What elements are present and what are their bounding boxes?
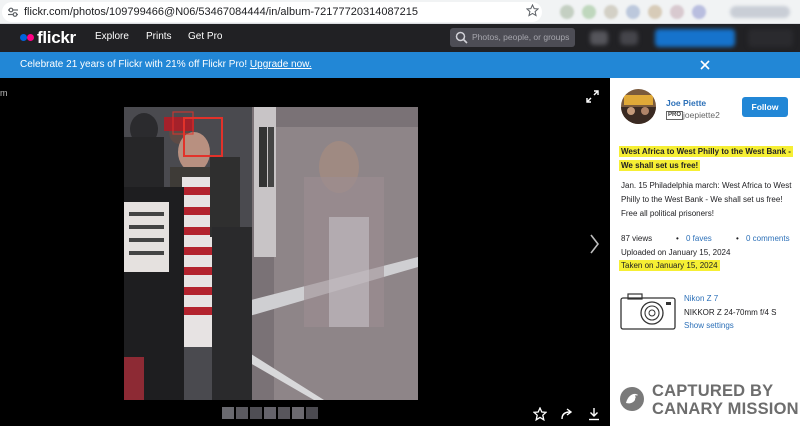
- logo-pink-dot: [27, 34, 34, 41]
- extension-icon[interactable]: [560, 5, 574, 19]
- logo-blue-dot: [20, 34, 27, 41]
- show-settings-link[interactable]: Show settings: [684, 321, 734, 330]
- avatar-image: [621, 89, 656, 124]
- upload-icon[interactable]: [590, 31, 608, 45]
- extension-icon[interactable]: [648, 5, 662, 19]
- close-icon[interactable]: [699, 59, 711, 71]
- uploaded-date: Uploaded on January 15, 2024: [621, 248, 731, 257]
- promo-banner: Celebrate 21 years of Flickr with 21% of…: [0, 52, 800, 78]
- avatar[interactable]: [621, 89, 656, 124]
- thumbnail[interactable]: [236, 407, 248, 419]
- taken-date: Taken on January 15, 2024: [619, 260, 720, 271]
- url-field[interactable]: flickr.com/photos/109799466@N06/53467084…: [2, 2, 542, 22]
- main-photo[interactable]: [124, 107, 418, 400]
- search-placeholder: Photos, people, or groups: [472, 32, 570, 42]
- camera-model-link[interactable]: Nikon Z 7: [684, 294, 718, 303]
- notifications-icon[interactable]: [620, 31, 638, 45]
- nav-explore[interactable]: Explore: [95, 31, 129, 42]
- thumbnail[interactable]: [264, 407, 276, 419]
- thumbnail[interactable]: [306, 407, 318, 419]
- site-header: flickr Explore Prints Get Pro Photos, pe…: [0, 24, 800, 52]
- star-icon[interactable]: [533, 407, 547, 421]
- thumbnail[interactable]: [292, 407, 304, 419]
- extension-icon[interactable]: [626, 5, 640, 19]
- extension-icon[interactable]: [670, 5, 684, 19]
- banner-message: Celebrate 21 years of Flickr with 21% of…: [20, 59, 312, 70]
- watermark-line-2: CANARY MISSION: [652, 400, 799, 418]
- site-settings-icon[interactable]: [7, 6, 19, 18]
- search-icon: [455, 31, 468, 44]
- follow-button[interactable]: Follow: [742, 97, 788, 117]
- photo-title-line-2: We shall set us free!: [619, 160, 701, 171]
- thumbnail[interactable]: [250, 407, 262, 419]
- account-menu[interactable]: [748, 29, 793, 47]
- watermark-line-1: CAPTURED BY: [652, 382, 774, 400]
- canary-logo-icon: [620, 387, 644, 411]
- browser-address-bar: flickr.com/photos/109799466@N06/53467084…: [0, 0, 800, 24]
- share-icon[interactable]: [560, 407, 574, 421]
- nav-get-pro[interactable]: Get Pro: [188, 31, 222, 42]
- nav-prints[interactable]: Prints: [146, 31, 172, 42]
- photo-info-panel: Joe Piette PRO joepiette2 Follow West Af…: [610, 78, 800, 426]
- edge-text: m: [0, 88, 8, 98]
- logo-text: flickr: [37, 28, 76, 47]
- extension-icon[interactable]: [604, 5, 618, 19]
- thumbnail[interactable]: [278, 407, 290, 419]
- comments-separator: •: [736, 234, 739, 243]
- screen: flickr.com/photos/109799466@N06/53467084…: [0, 0, 800, 426]
- author-name[interactable]: Joe Piette: [666, 98, 706, 108]
- profile-button[interactable]: [730, 6, 790, 18]
- bookmark-star-icon[interactable]: [526, 4, 539, 17]
- next-arrow-icon[interactable]: [589, 234, 599, 254]
- photo-description: Jan. 15 Philadelphia march: West Africa …: [621, 181, 792, 218]
- pro-badge: PRO: [666, 111, 684, 120]
- banner-text: Celebrate 21 years of Flickr with 21% of…: [20, 59, 250, 70]
- search-input[interactable]: Photos, people, or groups: [450, 28, 575, 47]
- account-button[interactable]: [655, 29, 735, 47]
- expand-icon[interactable]: [586, 90, 599, 103]
- upgrade-link[interactable]: Upgrade now.: [250, 59, 312, 70]
- url-text: flickr.com/photos/109799466@N06/53467084…: [24, 6, 419, 18]
- views-count: 87 views: [621, 234, 653, 243]
- faves-link[interactable]: 0 faves: [686, 234, 712, 243]
- extension-icon[interactable]: [692, 5, 706, 19]
- download-icon[interactable]: [587, 407, 601, 421]
- thumbnail[interactable]: [222, 407, 234, 419]
- camera-icon: [620, 293, 676, 330]
- faves-separator: •: [676, 234, 679, 243]
- extension-icon[interactable]: [582, 5, 596, 19]
- photo-image: [124, 107, 418, 400]
- photo-title-line-1: West Africa to West Philly to the West B…: [619, 146, 793, 157]
- comments-link[interactable]: 0 comments: [746, 234, 790, 243]
- watermark: CAPTURED BY CANARY MISSION: [619, 382, 799, 422]
- username[interactable]: joepiette2: [683, 110, 720, 120]
- lens-name: NIKKOR Z 24-70mm f/4 S: [684, 308, 777, 317]
